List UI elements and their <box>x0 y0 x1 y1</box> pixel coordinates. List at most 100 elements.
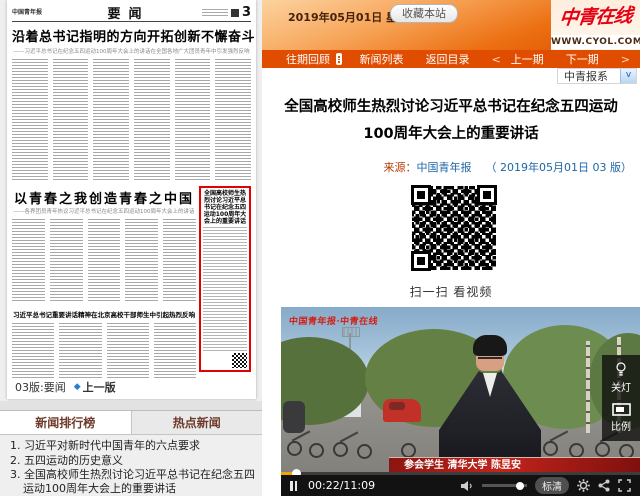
nav-item-toc[interactable]: 返回目录 <box>426 51 470 67</box>
paper-header-right: 3 <box>193 5 251 20</box>
paper-text-columns <box>12 219 196 303</box>
news-ranking-list: 1. 习近平对新时代中国青年的六点要求 2. 五四运动的历史意义 3. 全国高校… <box>10 439 256 496</box>
bicycle-wheel <box>569 443 584 458</box>
lights-off-label: 关灯 <box>611 379 631 394</box>
list-item[interactable]: 2. 五四运动的历史意义 <box>10 454 256 468</box>
text-column <box>203 227 247 351</box>
paper-headline-top: 沿着总书记指明的方向开拓创新不懈奋斗 <box>12 26 251 45</box>
next-issue-arrow-icon: > <box>621 53 630 66</box>
video-watermark: 中国青年报·中青在线 <box>288 314 379 327</box>
text-column <box>163 219 196 303</box>
paper-text-columns <box>12 59 251 181</box>
text-column <box>59 323 101 379</box>
volume-icon[interactable] <box>460 480 474 492</box>
bicycle-wheel <box>595 442 610 457</box>
paper-footer: 03版:要闻 ◆上一版 <box>15 379 116 395</box>
qr-finder-pattern <box>411 251 431 271</box>
video-side-controls: 关灯 比例 <box>602 355 640 441</box>
qr-code <box>408 182 500 274</box>
epaper-app: 中国青年报 要闻 3 沿着总书记指明的方向开拓创新不懈奋斗 ——习近平总书记在纪… <box>0 0 640 496</box>
lights-off-button[interactable]: 关灯 <box>611 362 631 394</box>
source-name-link[interactable]: 中国青年报 <box>417 161 472 174</box>
highlighted-article-title: 全国高校师生热烈讨论习近平总书记在纪念五四运动100周年大会上的重要讲话 <box>203 190 247 225</box>
article-source-line: 来源：中国青年报 （ 2019年05月01日 03 版） <box>384 159 632 175</box>
nav-item-news-list[interactable]: 新闻列表 <box>360 51 404 67</box>
video-control-bar: 00:22/11:09 标清 <box>281 475 640 496</box>
paper-masthead: 中国青年报 <box>12 9 64 16</box>
aspect-ratio-button[interactable]: 比例 <box>611 403 631 433</box>
text-column <box>12 323 54 379</box>
lightbulb-icon <box>615 362 627 377</box>
article-title: 全国高校师生热烈讨论习近平总书记在纪念五四运动100周年大会上的重要讲话 <box>275 94 627 148</box>
text-column <box>93 59 129 181</box>
mini-qr-code <box>232 353 247 368</box>
article-panel: 2019年05月01日 星期三 收藏本站 中青在线 WWW.CYOL.COM 往… <box>262 0 640 496</box>
settings-icon[interactable] <box>577 479 590 492</box>
nav-item-next-issue[interactable]: 下一期 <box>566 51 599 67</box>
top-banner: 2019年05月01日 星期三 收藏本站 中青在线 WWW.CYOL.COM <box>262 0 640 50</box>
list-item[interactable]: 1. 习近平对新时代中国青年的六点要求 <box>10 439 256 453</box>
prev-page-icon: ◆ <box>74 382 81 392</box>
page-label: 03版:要闻 <box>15 379 66 395</box>
text-column <box>125 219 158 303</box>
dropdown-label: 中青报系 <box>564 68 608 84</box>
nav-item-history[interactable]: 往期回顾 <box>286 51 330 67</box>
qr-finder-pattern <box>411 185 431 205</box>
text-column <box>50 219 83 303</box>
bicycle-wheel <box>287 441 302 456</box>
page-marker-icon <box>231 9 239 17</box>
volume-slider[interactable] <box>482 484 527 487</box>
scan-hint-text: 扫一扫 看视频 <box>262 283 640 300</box>
paper-headline-mid: 以青春之我创造青春之中国 <box>12 188 196 207</box>
logo-url: WWW.CYOL.COM <box>551 35 640 49</box>
chevron-down-icon[interactable]: v <box>620 69 636 83</box>
prev-page-label: 上一版 <box>83 379 116 395</box>
tab-news-ranking[interactable]: 新闻排行榜 <box>0 411 132 434</box>
quality-badge[interactable]: 标清 <box>535 477 569 494</box>
text-column <box>12 219 45 303</box>
prev-issue-arrow-icon: < <box>492 53 501 66</box>
source-label: 来源： <box>384 161 417 174</box>
logo-calligraphy: 中青在线 <box>549 0 640 37</box>
issue-info: （ 2019年05月01日 03 版） <box>486 161 632 174</box>
text-column <box>12 59 48 181</box>
bicycle-wheel <box>357 444 372 459</box>
paper-series-dropdown[interactable]: 中青报系 v <box>557 68 637 84</box>
aspect-ratio-label: 比例 <box>611 418 631 433</box>
bicycle-wheel <box>543 441 558 456</box>
text-column <box>53 59 89 181</box>
bicycle-frame <box>340 431 359 442</box>
paper-section-title: 要闻 <box>64 3 193 22</box>
highlighted-article-box[interactable]: 全国高校师生热烈讨论习近平总书记在纪念五四运动100周年大会上的重要讲话 <box>199 186 251 372</box>
text-column <box>88 219 121 303</box>
hair-shape <box>473 335 507 356</box>
video-frame[interactable]: 中国青年报·中青在线 <box>281 307 640 473</box>
newspaper-panel: 中国青年报 要闻 3 沿着总书记指明的方向开拓创新不懈奋斗 ——习近平总书记在纪… <box>0 0 262 496</box>
paper-header-fineprint <box>202 9 228 17</box>
list-view-icon[interactable] <box>336 53 342 65</box>
aspect-ratio-icon <box>612 403 631 416</box>
paper-headline-bottom: 习近平总书记重要讲话精神在北京高校干部师生中引起热烈反响 <box>12 309 196 319</box>
prev-page-link[interactable]: ◆上一版 <box>74 379 116 395</box>
fullscreen-icon[interactable] <box>618 479 631 492</box>
list-item[interactable]: 3. 全国高校师生热烈讨论习近平总书记在纪念五四运动100周年大会上的重要讲话 <box>10 468 256 495</box>
pause-button[interactable] <box>290 481 297 491</box>
text-column <box>154 323 196 379</box>
paper-text-columns <box>12 323 196 379</box>
text-column <box>107 323 149 379</box>
navigation-bar: 往期回顾 新闻列表 返回目录 < 上一期 下一期 > <box>262 50 640 68</box>
paper-mid-section: 以青春之我创造青春之中国 ——各界团员青年热议习近平总书记在纪念五四运动100周… <box>12 188 196 303</box>
bicycle-wheel <box>309 443 324 458</box>
bicycle-frame <box>550 430 569 441</box>
volume-knob[interactable] <box>516 482 524 490</box>
site-logo[interactable]: 中青在线 WWW.CYOL.COM <box>551 0 640 50</box>
floodlight-shape <box>342 327 360 337</box>
nav-item-prev-issue[interactable]: 上一期 <box>511 51 544 67</box>
tab-hot-news[interactable]: 热点新闻 <box>132 411 263 434</box>
bicycle-frame <box>292 430 311 441</box>
bicycle-wheel <box>401 443 416 458</box>
favorite-site-button[interactable]: 收藏本站 <box>390 4 458 23</box>
video-player: 中国青年报·中青在线 关灯 比例 <box>281 307 640 496</box>
share-icon[interactable] <box>598 479 610 492</box>
qr-finder-pattern <box>477 185 497 205</box>
